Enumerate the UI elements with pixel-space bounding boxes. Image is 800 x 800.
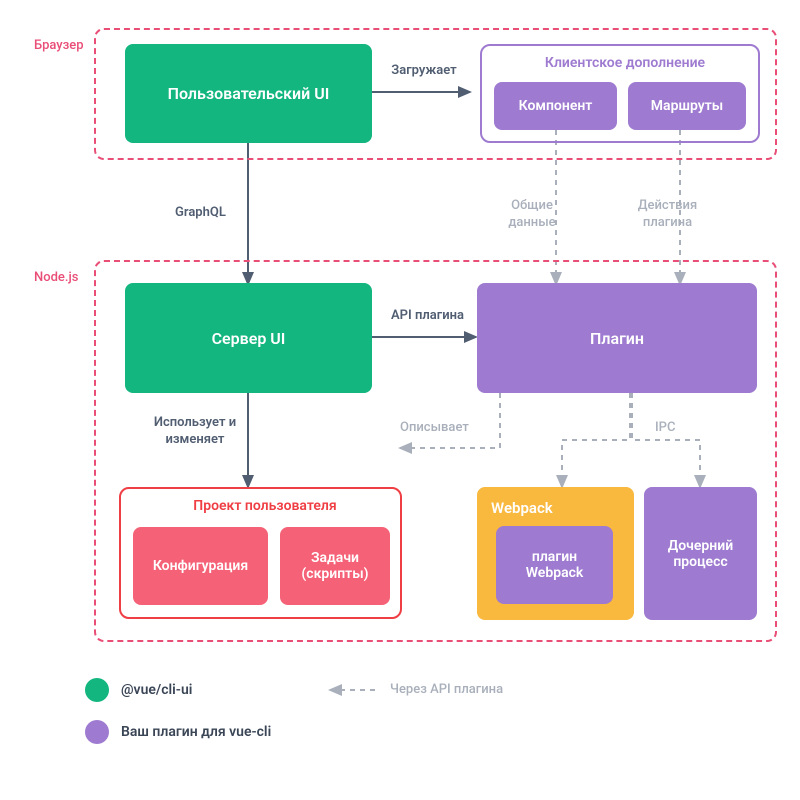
box-routes-label: Маршруты bbox=[651, 98, 723, 114]
legend-your-plugin: Ваш плагин для vue-cli bbox=[85, 720, 271, 744]
legend-vue-cli-ui-label: @vue/cli-ui bbox=[121, 682, 192, 698]
box-configuration: Конфигурация bbox=[133, 527, 268, 605]
legend-your-plugin-label: Ваш плагин для vue-cli bbox=[121, 724, 271, 740]
box-tasks: Задачи (скрипты) bbox=[280, 527, 390, 605]
box-component-label: Компонент bbox=[519, 98, 593, 114]
box-child-process: Дочерний процесс bbox=[644, 487, 757, 620]
link-loads: Загружает bbox=[384, 63, 464, 80]
link-ipc: IPC bbox=[655, 420, 675, 437]
legend-vue-cli-ui: @vue/cli-ui bbox=[85, 678, 192, 702]
box-plugin-label: Плагин bbox=[590, 329, 644, 348]
box-tasks-label: Задачи (скрипты) bbox=[286, 550, 384, 582]
box-component: Компонент bbox=[494, 82, 617, 130]
box-webpack-plugin: плагин Webpack bbox=[496, 526, 613, 604]
link-uses-modifies: Использует и изменяет bbox=[140, 415, 250, 449]
legend-via-api: Через API плагина bbox=[390, 682, 503, 697]
link-graphql: GraphQL bbox=[175, 205, 226, 222]
legend-dot-purple bbox=[85, 720, 109, 744]
box-webpack-plugin-label: плагин Webpack bbox=[502, 549, 607, 581]
box-user-ui: Пользовательский UI bbox=[125, 44, 372, 143]
box-server-ui-label: Сервер UI bbox=[212, 329, 286, 348]
link-plugin-api: API плагина bbox=[380, 308, 475, 325]
panel-nodejs-label: Node.js bbox=[30, 270, 82, 285]
box-webpack-label: Webpack bbox=[491, 499, 553, 517]
group-client-addon-title: Клиентское дополнение bbox=[530, 55, 720, 71]
box-configuration-label: Конфигурация bbox=[153, 558, 248, 574]
group-user-project-title: Проект пользователя bbox=[175, 498, 355, 514]
box-plugin: Плагин bbox=[477, 283, 757, 393]
box-user-ui-label: Пользовательский UI bbox=[168, 84, 330, 103]
link-describes: Описывает bbox=[400, 420, 469, 437]
box-child-process-label: Дочерний процесс bbox=[650, 538, 751, 570]
link-shared-data: Общие данные bbox=[498, 198, 566, 232]
legend-dot-green bbox=[85, 678, 109, 702]
box-routes: Маршруты bbox=[628, 82, 746, 130]
link-plugin-actions: Действия плагина bbox=[630, 198, 705, 232]
box-server-ui: Сервер UI bbox=[125, 283, 372, 393]
panel-browser-label: Браузер bbox=[30, 38, 88, 53]
